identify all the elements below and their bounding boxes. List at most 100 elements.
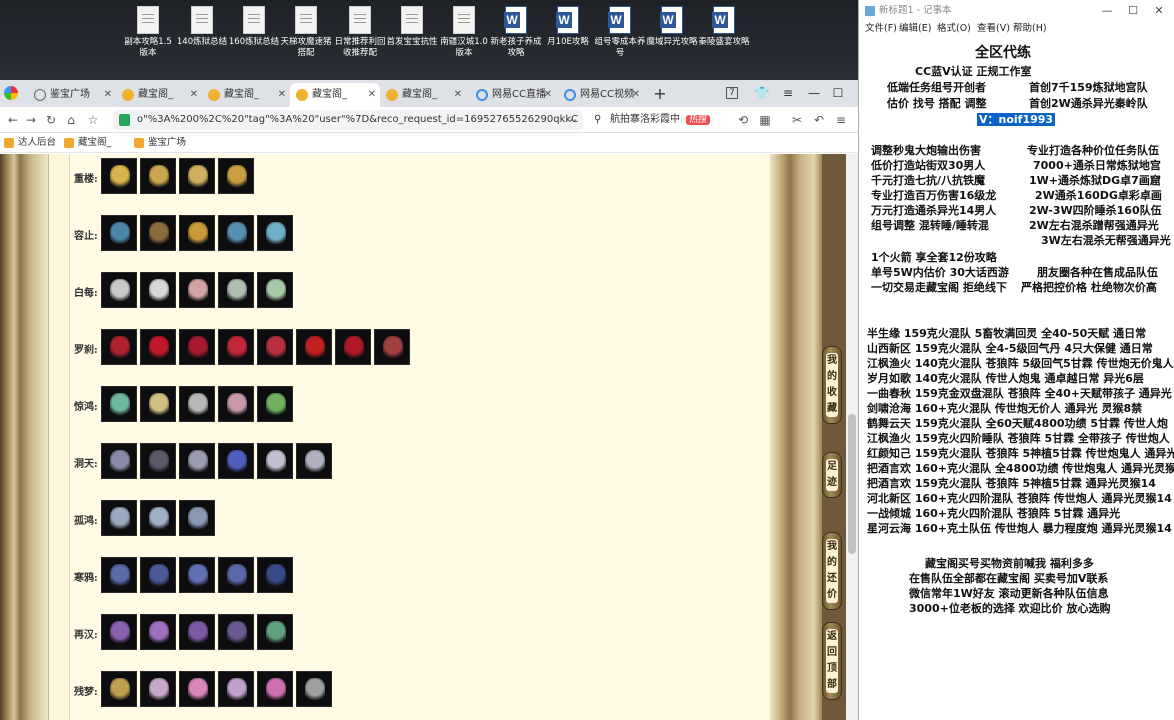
search-box[interactable]: ⚲ 航拍寨洛彩霞中 热搜: [590, 110, 726, 130]
outfit-item-thumbnail[interactable]: [179, 671, 215, 707]
outfit-item-thumbnail[interactable]: [179, 158, 215, 194]
tab-4-active[interactable]: 藏宝阁_ ✕: [290, 83, 380, 107]
outfit-item-thumbnail[interactable]: [101, 215, 137, 251]
outfit-item-thumbnail[interactable]: [179, 215, 215, 251]
outfit-item-thumbnail[interactable]: [374, 329, 410, 365]
outfit-item-thumbnail[interactable]: [218, 671, 254, 707]
side-button-3[interactable]: 我的还价: [822, 532, 842, 610]
desktop-icon-9[interactable]: W 月10E攻略: [542, 6, 594, 48]
outfit-item-thumbnail[interactable]: [140, 158, 176, 194]
cut-icon[interactable]: ✂: [788, 111, 806, 129]
forward-icon[interactable]: →: [22, 111, 40, 129]
outfit-item-thumbnail[interactable]: [179, 614, 215, 650]
outfit-item-thumbnail[interactable]: [296, 329, 332, 365]
tab-2[interactable]: 藏宝阁_ ✕: [116, 83, 202, 107]
outfit-item-thumbnail[interactable]: [218, 158, 254, 194]
desktop-icon-5[interactable]: 日常推荐利回收推荐配: [334, 6, 386, 59]
outfit-item-thumbnail[interactable]: [101, 272, 137, 308]
outfit-item-thumbnail[interactable]: [140, 614, 176, 650]
desktop-icon-4[interactable]: 天梯攻魔速猪搭配: [280, 6, 332, 59]
menu-file[interactable]: 文件(F): [865, 22, 897, 36]
outfit-item-thumbnail[interactable]: [257, 671, 293, 707]
tab-3[interactable]: 藏宝阁_ ✕: [202, 83, 290, 107]
url-field[interactable]: o"%3A%200%2C%20"tag"%3A%20"user"%7D&reco…: [113, 110, 583, 130]
outfit-item-thumbnail[interactable]: [257, 557, 293, 593]
outfit-item-thumbnail[interactable]: [257, 215, 293, 251]
tab-6[interactable]: 网易CC直播 ✕: [470, 83, 556, 107]
outfit-item-thumbnail[interactable]: [101, 386, 137, 422]
outfit-item-thumbnail[interactable]: [218, 386, 254, 422]
close-tab-icon[interactable]: ✕: [278, 83, 286, 107]
side-button-4[interactable]: 返回顶部: [822, 622, 842, 700]
desktop-icon-8[interactable]: W 新老孩子养成攻略: [490, 6, 542, 59]
menu-view[interactable]: 查看(V): [977, 22, 1010, 36]
close-button[interactable]: ✕: [1147, 0, 1171, 22]
menu-icon[interactable]: ≡: [832, 111, 850, 129]
tab-7[interactable]: 网易CC视频 ✕: [558, 83, 644, 107]
scrollbar[interactable]: [846, 154, 858, 720]
outfit-item-thumbnail[interactable]: [140, 272, 176, 308]
outfit-item-thumbnail[interactable]: [179, 443, 215, 479]
outfit-item-thumbnail[interactable]: [257, 272, 293, 308]
bookmark-3[interactable]: 鉴宝广场: [134, 133, 186, 153]
new-tab-button[interactable]: +: [646, 80, 674, 107]
side-button-2[interactable]: 足迹: [822, 452, 842, 498]
outfit-item-thumbnail[interactable]: [296, 443, 332, 479]
star-icon[interactable]: ☆: [84, 111, 102, 129]
outfit-item-thumbnail[interactable]: [140, 500, 176, 536]
close-tab-icon[interactable]: ✕: [190, 83, 198, 107]
tab-count-badge[interactable]: 7: [718, 80, 746, 107]
selected-text[interactable]: V：noif1993: [977, 113, 1056, 126]
desktop-icon-12[interactable]: W 秦陵盛宴攻略: [698, 6, 750, 48]
close-tab-icon[interactable]: ✕: [544, 83, 552, 107]
outfit-item-thumbnail[interactable]: [257, 329, 293, 365]
bookmark-1[interactable]: 达人后台: [4, 133, 56, 153]
browser-logo-icon[interactable]: [4, 86, 18, 100]
outfit-item-thumbnail[interactable]: [101, 614, 137, 650]
outfit-item-thumbnail[interactable]: [140, 386, 176, 422]
grid-icon[interactable]: ▦: [756, 111, 774, 129]
outfit-item-thumbnail[interactable]: [140, 329, 176, 365]
reload-icon[interactable]: ↻: [42, 111, 60, 129]
desktop-icon-1[interactable]: 副本攻略1.5版本: [122, 6, 174, 59]
outfit-item-thumbnail[interactable]: [101, 500, 137, 536]
outfit-item-thumbnail[interactable]: [140, 671, 176, 707]
menu-icon[interactable]: ≡: [774, 80, 802, 107]
home-icon[interactable]: ⌂: [62, 111, 80, 129]
outfit-item-thumbnail[interactable]: [140, 557, 176, 593]
desktop-icon-6[interactable]: 首发宝宝抗性: [386, 6, 438, 48]
outfit-item-thumbnail[interactable]: [218, 557, 254, 593]
outfit-item-thumbnail[interactable]: [179, 329, 215, 365]
side-button-1[interactable]: 我的收藏: [822, 346, 842, 424]
outfit-item-thumbnail[interactable]: [218, 272, 254, 308]
tab-1[interactable]: 鉴宝广场 ✕: [28, 83, 116, 107]
outfit-item-thumbnail[interactable]: [179, 272, 215, 308]
outfit-item-thumbnail[interactable]: [101, 329, 137, 365]
close-tab-icon[interactable]: ✕: [104, 83, 112, 107]
outfit-item-thumbnail[interactable]: [257, 386, 293, 422]
outfit-item-thumbnail[interactable]: [218, 614, 254, 650]
maximize-button[interactable]: ☐: [824, 80, 852, 107]
outfit-item-thumbnail[interactable]: [140, 215, 176, 251]
close-tab-icon[interactable]: ✕: [454, 83, 462, 107]
bookmark-2[interactable]: 藏宝阁_: [64, 133, 111, 153]
desktop-icon-3[interactable]: 160炼狱总结: [228, 6, 280, 48]
desktop-icon-11[interactable]: W 魔域异光攻略: [646, 6, 698, 48]
menu-edit[interactable]: 编辑(E): [899, 22, 931, 36]
outfit-item-thumbnail[interactable]: [101, 443, 137, 479]
back-icon[interactable]: ←: [4, 111, 22, 129]
outfit-item-thumbnail[interactable]: [140, 443, 176, 479]
outfit-item-thumbnail[interactable]: [218, 329, 254, 365]
close-tab-icon[interactable]: ✕: [368, 83, 376, 107]
desktop-icon-7[interactable]: 南疆汉城1.0版本: [438, 6, 490, 59]
desktop-icon-10[interactable]: W 组号零成本养号: [594, 6, 646, 59]
outfit-item-thumbnail[interactable]: [101, 158, 137, 194]
outfit-item-thumbnail[interactable]: [101, 671, 137, 707]
notepad-text-area[interactable]: 全区代练 CC蓝V认证 正规工作室 低端任务组号开创者 首创7千159炼狱地宫队 估价 …: [859, 40, 1174, 720]
outfit-item-thumbnail[interactable]: [218, 443, 254, 479]
outfit-item-thumbnail[interactable]: [179, 557, 215, 593]
minimize-button[interactable]: —: [1095, 0, 1119, 22]
refresh-icon[interactable]: ⟲: [734, 111, 752, 129]
more-icon[interactable]: ⋯: [562, 111, 580, 129]
menu-format[interactable]: 格式(O): [937, 22, 971, 36]
